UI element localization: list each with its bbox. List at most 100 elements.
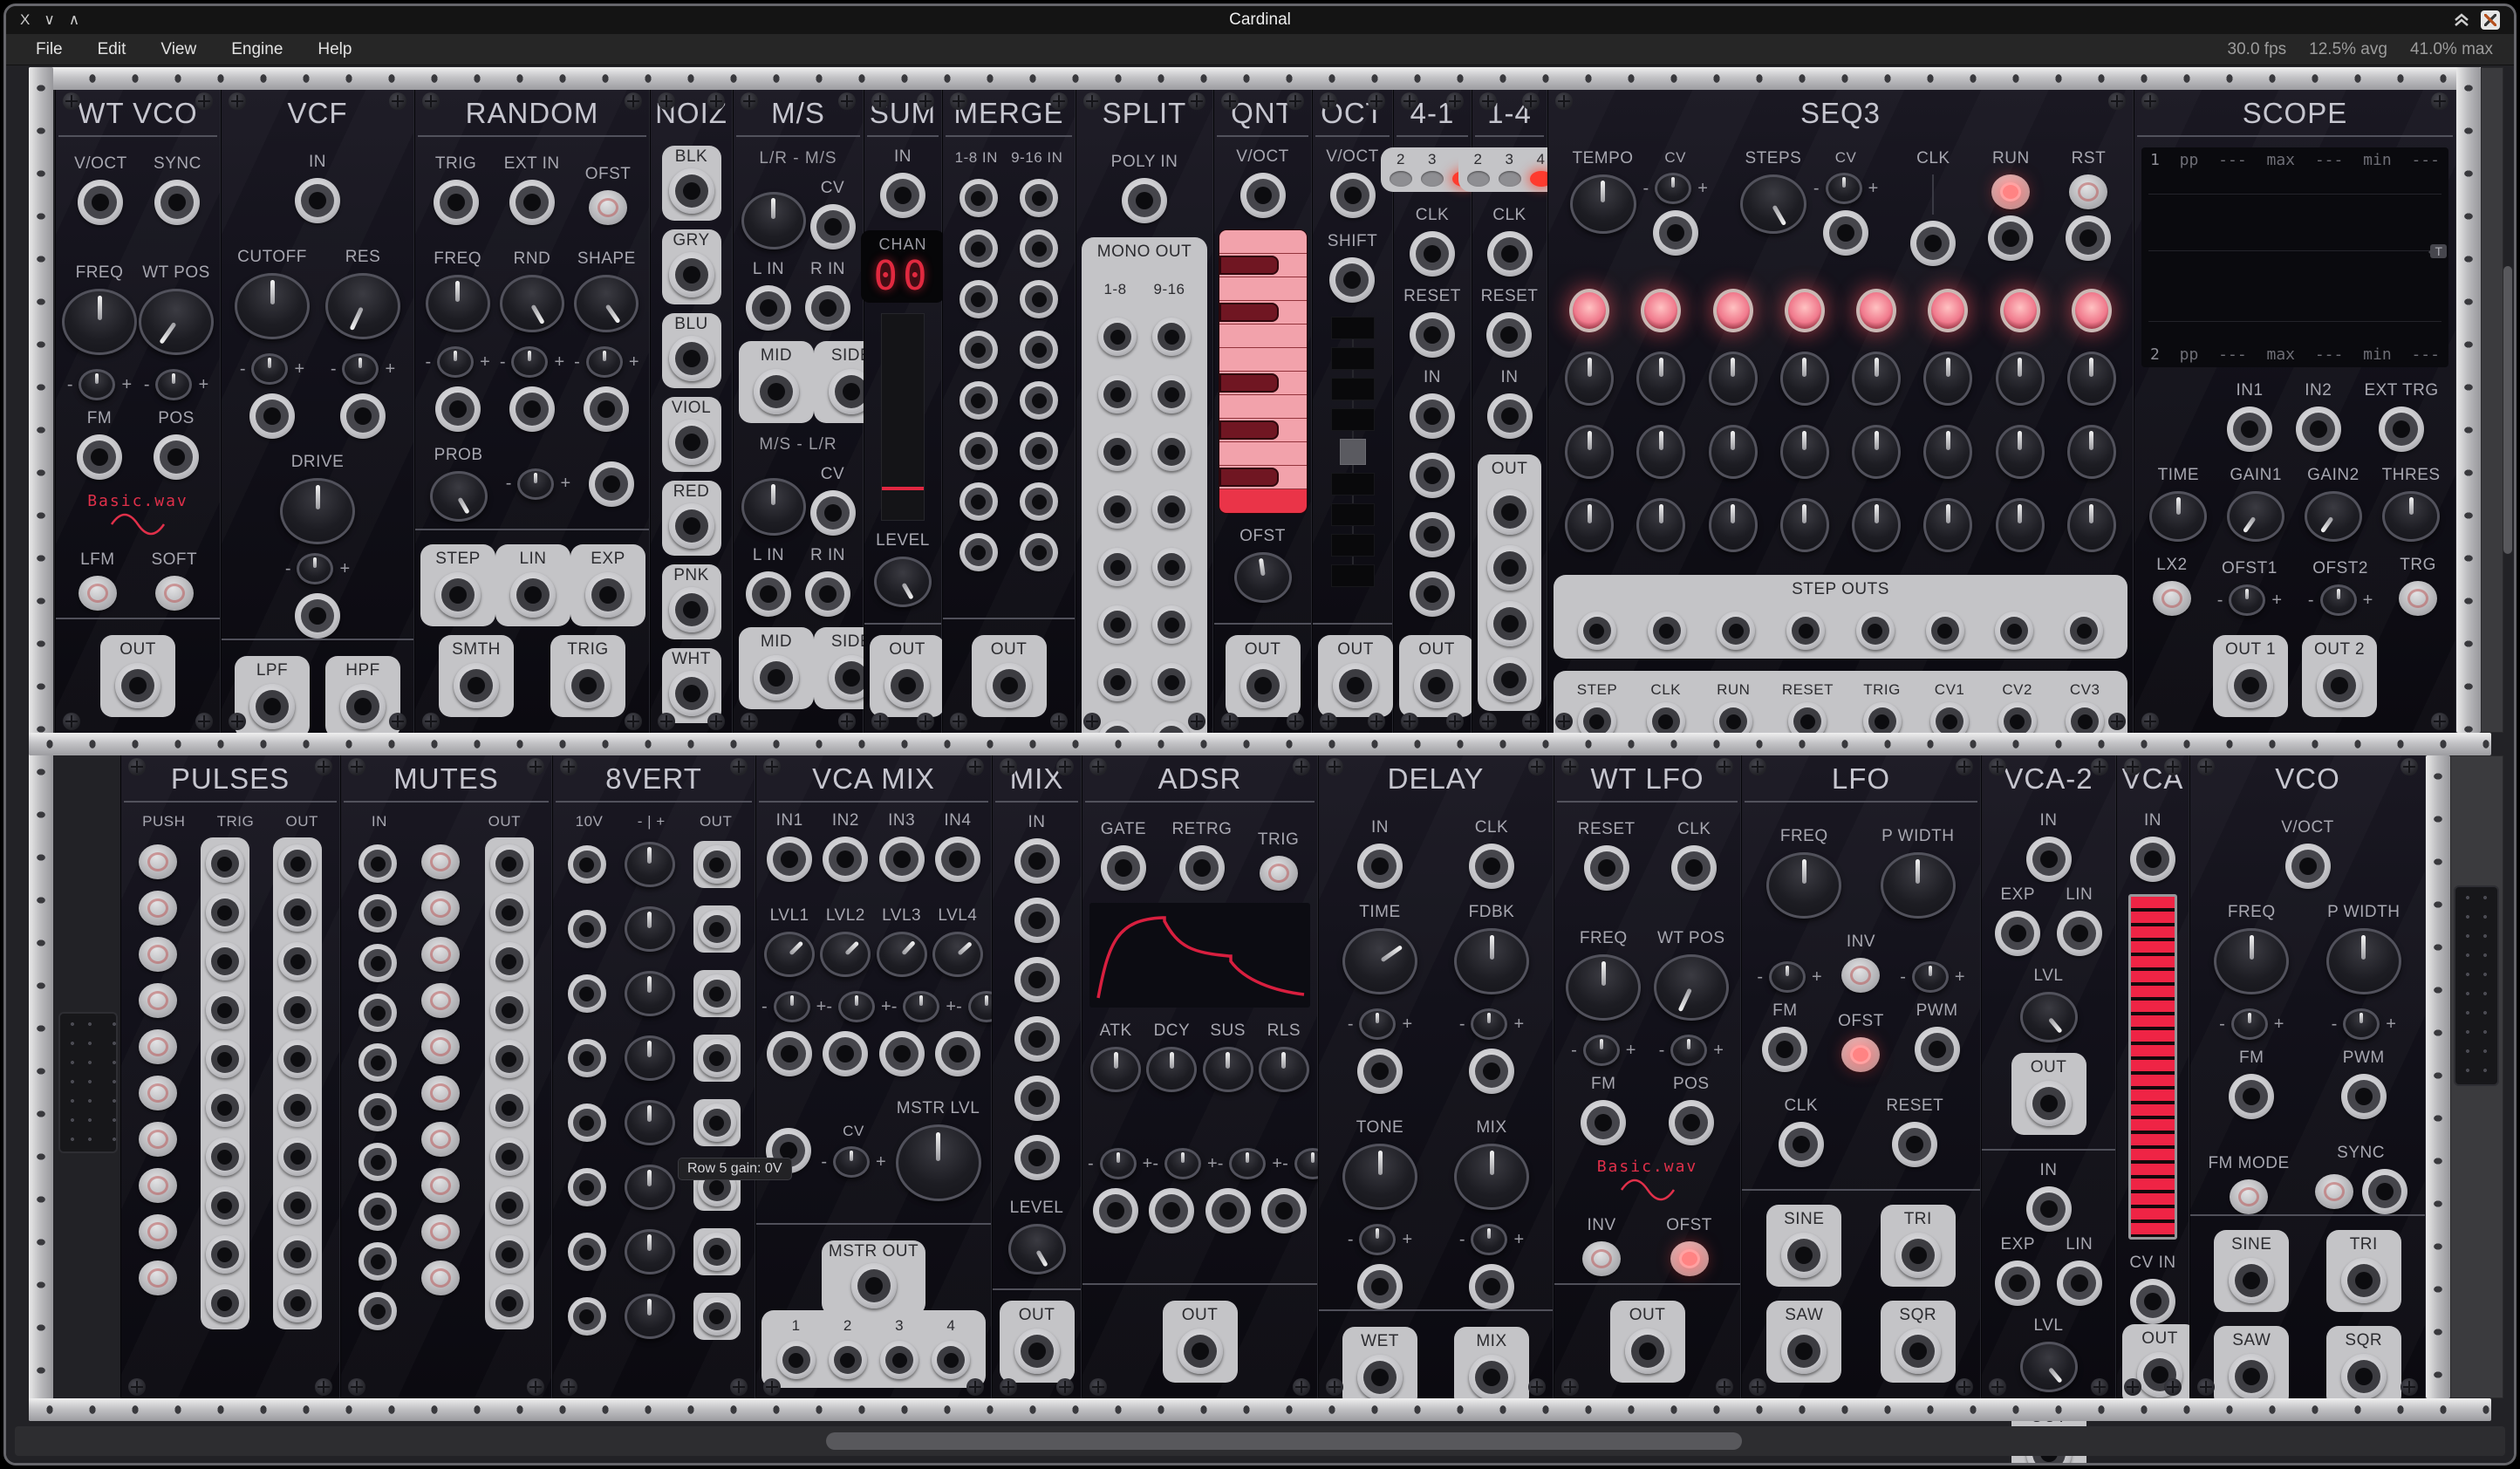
knob-time[interactable]	[2149, 491, 2207, 542]
knob-rnd[interactable]	[500, 275, 564, 332]
jack-run[interactable]	[1988, 215, 2033, 261]
button-fm-mode[interactable]	[2230, 1179, 2268, 1214]
output-jack[interactable]	[115, 663, 160, 708]
jack-port[interactable]	[206, 1186, 244, 1225]
merge-in-jack[interactable]	[960, 381, 998, 420]
jack-pos[interactable]	[1669, 1100, 1714, 1145]
output-jack[interactable]	[2341, 1354, 2387, 1399]
jack-reset[interactable]	[1584, 845, 1629, 891]
menu-view[interactable]: View	[143, 40, 214, 59]
cv-knob[interactable]	[1565, 498, 1614, 552]
input-jack[interactable]	[359, 1192, 397, 1231]
jack-cv[interactable]	[810, 490, 856, 536]
push-button[interactable]	[139, 1029, 177, 1064]
jack-port[interactable]	[584, 386, 629, 432]
split-out-jack[interactable]	[1152, 318, 1191, 356]
jack-v-oct[interactable]	[1330, 173, 1376, 218]
jack-port[interactable]	[767, 1031, 812, 1076]
trim-0[interactable]	[1359, 1008, 1396, 1040]
jack-port[interactable]	[278, 893, 317, 932]
merge-in-jack[interactable]	[1020, 432, 1058, 470]
menu-file[interactable]: File	[18, 40, 80, 59]
trim-1[interactable]	[342, 353, 379, 385]
jack-clk[interactable]	[1910, 221, 1956, 266]
jack-trig[interactable]	[434, 180, 479, 225]
jack-in[interactable]	[880, 173, 925, 218]
step-button[interactable]	[1856, 289, 1896, 332]
jack-pwm[interactable]	[1915, 1027, 1960, 1072]
input-jack[interactable]	[359, 1143, 397, 1181]
merge-in-jack[interactable]	[960, 533, 998, 571]
gain-knob[interactable]	[625, 906, 675, 952]
jack-clk[interactable]	[1469, 844, 1514, 889]
step-button[interactable]	[2072, 289, 2112, 332]
knob-freq[interactable]	[2214, 928, 2289, 994]
split-out-jack[interactable]	[1152, 548, 1191, 586]
horizontal-scrollbar[interactable]	[15, 1426, 2505, 1456]
cv-knob[interactable]	[1709, 425, 1758, 479]
knob-rls[interactable]	[1259, 1047, 1309, 1092]
jack-in[interactable]	[2026, 837, 2072, 882]
white-key[interactable]	[1219, 277, 1307, 301]
jack-blu[interactable]	[669, 336, 714, 381]
push-button[interactable]	[139, 891, 177, 926]
white-key[interactable]	[1219, 230, 1307, 254]
knob-0[interactable]	[741, 192, 806, 249]
white-key[interactable]	[1219, 325, 1307, 348]
jack-in[interactable]	[1357, 844, 1403, 889]
knob-lvl[interactable]	[2020, 1342, 2078, 1392]
jack-port[interactable]	[490, 991, 529, 1029]
jack-in[interactable]	[1410, 393, 1455, 439]
output-jack[interactable]	[565, 663, 611, 708]
jack-clk[interactable]	[1410, 231, 1455, 277]
trim-1[interactable]	[1164, 1148, 1201, 1179]
trim-0[interactable]	[251, 353, 288, 385]
white-key[interactable]	[1219, 395, 1307, 419]
jack-out-3[interactable]	[880, 1341, 919, 1379]
knob-sus[interactable]	[1203, 1047, 1253, 1092]
jack-port[interactable]	[1410, 512, 1455, 557]
octave-cell[interactable]	[1331, 503, 1375, 526]
trim-1[interactable]	[1471, 1224, 1507, 1255]
jack-port[interactable]	[278, 1089, 317, 1127]
jack-port[interactable]	[206, 991, 244, 1029]
cv-knob[interactable]	[2067, 498, 2116, 552]
input-jack[interactable]	[568, 1103, 606, 1142]
horizontal-scrollbar-thumb[interactable]	[826, 1432, 1742, 1450]
jack-red[interactable]	[669, 503, 714, 549]
step-out-jack[interactable]	[1717, 612, 1755, 650]
mute-button[interactable]	[421, 1168, 460, 1203]
cv-knob[interactable]	[1852, 425, 1901, 479]
knob-res[interactable]	[325, 273, 400, 339]
jack-port[interactable]	[1469, 1049, 1514, 1094]
output-jack[interactable]	[698, 1039, 736, 1077]
trim-tempo-cv[interactable]	[1655, 173, 1691, 204]
jack-port[interactable]	[1205, 1188, 1251, 1233]
trim-1[interactable]	[511, 346, 548, 378]
jack-pwm[interactable]	[2341, 1074, 2387, 1119]
jack-wht[interactable]	[669, 671, 714, 716]
gain-knob[interactable]	[625, 1035, 675, 1081]
knob-mstr-lvl[interactable]	[896, 1124, 981, 1201]
cv-knob[interactable]	[1636, 425, 1685, 479]
button-lx2[interactable]	[2153, 581, 2191, 616]
knob-p-width[interactable]	[1881, 852, 1956, 919]
black-key[interactable]	[1219, 419, 1307, 442]
jack-port[interactable]	[278, 1284, 317, 1322]
cv-knob[interactable]	[2067, 425, 2116, 479]
push-button[interactable]	[139, 1076, 177, 1110]
knob-ofst[interactable]	[1234, 552, 1292, 603]
mute-button[interactable]	[421, 1076, 460, 1110]
jack-port[interactable]	[1261, 1188, 1307, 1233]
input-jack[interactable]	[359, 1043, 397, 1082]
knob-atk[interactable]	[1090, 1047, 1141, 1092]
merge-in-jack[interactable]	[1020, 482, 1058, 521]
jack-in3[interactable]	[879, 837, 925, 882]
output-jack[interactable]	[698, 1233, 736, 1271]
jack-port[interactable]	[278, 1186, 317, 1225]
jack-reset[interactable]	[1486, 312, 1532, 358]
jack-port[interactable]	[295, 593, 340, 639]
merge-in-jack[interactable]	[960, 280, 998, 318]
trim-1[interactable]	[155, 369, 192, 400]
cv-knob[interactable]	[1996, 425, 2045, 479]
